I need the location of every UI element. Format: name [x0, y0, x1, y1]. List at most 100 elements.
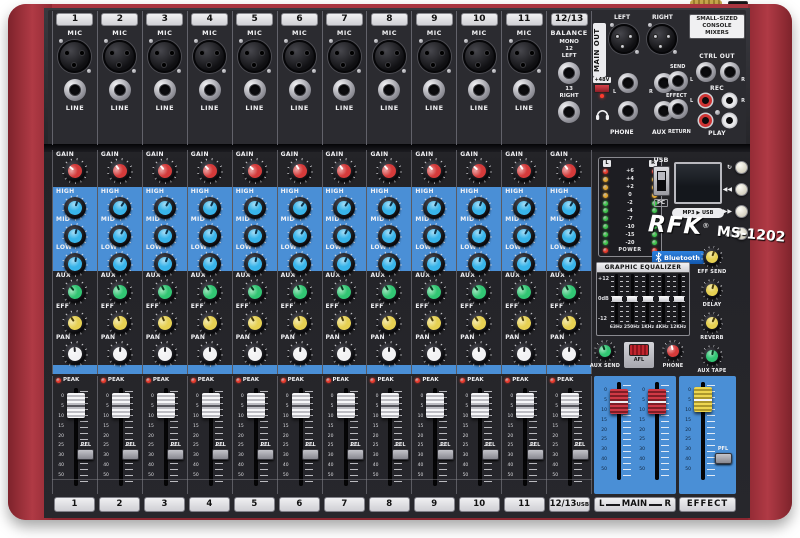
gain-knob-ch2[interactable]: [107, 158, 133, 184]
gain-knob-ch12-13[interactable]: [556, 158, 582, 184]
high-knob-ch1[interactable]: [62, 195, 88, 221]
mid-knob-ch5[interactable]: [242, 223, 268, 249]
phone-knob[interactable]: [662, 340, 684, 362]
channel-2-pfl-button[interactable]: [122, 449, 139, 460]
channel-10-fader[interactable]: [469, 386, 491, 488]
mid-knob-ch1[interactable]: [62, 223, 88, 249]
effect-fader-cap[interactable]: [694, 387, 712, 412]
aux-knob-ch9[interactable]: [421, 279, 447, 305]
channel-6-fader-cap[interactable]: [292, 393, 310, 418]
pan-knob-ch4[interactable]: [197, 341, 223, 367]
channel-11-fader-cap[interactable]: [516, 393, 534, 418]
channel-4-pfl-button[interactable]: [212, 449, 229, 460]
eff-knob-ch5[interactable]: [242, 310, 268, 336]
effect-pfl-button[interactable]: [715, 453, 732, 464]
eff-knob-ch2[interactable]: [107, 310, 133, 336]
channel-6-pfl-button[interactable]: [302, 449, 319, 460]
aux-tape-knob[interactable]: [701, 345, 723, 367]
eff-knob-ch12-13[interactable]: [556, 310, 582, 336]
low-knob-ch5[interactable]: [242, 251, 268, 277]
eff-knob-ch3[interactable]: [152, 310, 178, 336]
pan-knob-ch12-13[interactable]: [556, 341, 582, 367]
main-right-fader-cap[interactable]: [648, 389, 666, 414]
high-knob-ch9[interactable]: [421, 195, 447, 221]
high-knob-ch3[interactable]: [152, 195, 178, 221]
channel-5-fader-cap[interactable]: [247, 393, 265, 418]
mid-knob-ch7[interactable]: [331, 223, 357, 249]
eff-knob-ch11[interactable]: [511, 310, 537, 336]
pan-knob-ch1[interactable]: [62, 341, 88, 367]
channel-7-pfl-button[interactable]: [347, 449, 364, 460]
eff-knob-ch1[interactable]: [62, 310, 88, 336]
channel-10-pfl-button[interactable]: [482, 449, 499, 460]
low-knob-ch12-13[interactable]: [556, 251, 582, 277]
channel-3-fader-cap[interactable]: [157, 393, 175, 418]
channel-1-fader-cap[interactable]: [67, 393, 85, 418]
channel-12-13-fader-cap[interactable]: [561, 393, 579, 418]
aux-knob-ch12-13[interactable]: [556, 279, 582, 305]
phantom-power-switch[interactable]: [594, 84, 610, 93]
gain-knob-ch5[interactable]: [242, 158, 268, 184]
low-knob-ch4[interactable]: [197, 251, 223, 277]
high-knob-ch12-13[interactable]: [556, 195, 582, 221]
repeat-button[interactable]: [735, 161, 748, 174]
eff-knob-ch9[interactable]: [421, 310, 447, 336]
pan-knob-ch11[interactable]: [511, 341, 537, 367]
eq-band-250hz-slider[interactable]: [627, 296, 637, 302]
low-knob-ch3[interactable]: [152, 251, 178, 277]
gain-knob-ch9[interactable]: [421, 158, 447, 184]
effect-fader[interactable]: [692, 380, 714, 482]
high-knob-ch2[interactable]: [107, 195, 133, 221]
eff-knob-ch8[interactable]: [376, 310, 402, 336]
delay-knob[interactable]: [701, 279, 723, 301]
aux-knob-ch11[interactable]: [511, 279, 537, 305]
high-knob-ch11[interactable]: [511, 195, 537, 221]
pan-knob-ch7[interactable]: [331, 341, 357, 367]
channel-8-fader-cap[interactable]: [381, 393, 399, 418]
channel-9-fader[interactable]: [424, 386, 446, 488]
channel-3-fader[interactable]: [155, 386, 177, 488]
channel-11-fader[interactable]: [514, 386, 536, 488]
channel-8-pfl-button[interactable]: [392, 449, 409, 460]
channel-4-fader-cap[interactable]: [202, 393, 220, 418]
eq-band-63hz-slider[interactable]: [612, 296, 622, 302]
channel-1-fader[interactable]: [65, 386, 87, 488]
high-knob-ch7[interactable]: [331, 195, 357, 221]
gain-knob-ch3[interactable]: [152, 158, 178, 184]
eq-band-4khz-slider[interactable]: [659, 296, 669, 302]
high-knob-ch4[interactable]: [197, 195, 223, 221]
eff-send-knob[interactable]: [701, 246, 723, 268]
low-knob-ch2[interactable]: [107, 251, 133, 277]
main-left-fader[interactable]: [608, 380, 630, 482]
channel-11-pfl-button[interactable]: [527, 449, 544, 460]
channel-6-fader[interactable]: [290, 386, 312, 488]
mid-knob-ch6[interactable]: [287, 223, 313, 249]
pan-knob-ch3[interactable]: [152, 341, 178, 367]
mid-knob-ch2[interactable]: [107, 223, 133, 249]
gain-knob-ch11[interactable]: [511, 158, 537, 184]
channel-1-pfl-button[interactable]: [77, 449, 94, 460]
mid-knob-ch12-13[interactable]: [556, 223, 582, 249]
pan-knob-ch6[interactable]: [287, 341, 313, 367]
aux-send-knob[interactable]: [594, 340, 616, 362]
channel-3-pfl-button[interactable]: [167, 449, 184, 460]
mid-knob-ch8[interactable]: [376, 223, 402, 249]
aux-knob-ch2[interactable]: [107, 279, 133, 305]
eff-knob-ch7[interactable]: [331, 310, 357, 336]
aux-knob-ch3[interactable]: [152, 279, 178, 305]
channel-8-fader[interactable]: [379, 386, 401, 488]
high-knob-ch6[interactable]: [287, 195, 313, 221]
high-knob-ch8[interactable]: [376, 195, 402, 221]
channel-5-pfl-button[interactable]: [257, 449, 274, 460]
mid-knob-ch10[interactable]: [466, 223, 492, 249]
gain-knob-ch4[interactable]: [197, 158, 223, 184]
eq-band-1khz-slider[interactable]: [643, 296, 653, 302]
low-knob-ch10[interactable]: [466, 251, 492, 277]
channel-7-fader-cap[interactable]: [337, 393, 355, 418]
pan-knob-ch8[interactable]: [376, 341, 402, 367]
main-left-fader-cap[interactable]: [610, 389, 628, 414]
channel-9-pfl-button[interactable]: [437, 449, 454, 460]
low-knob-ch6[interactable]: [287, 251, 313, 277]
channel-4-fader[interactable]: [200, 386, 222, 488]
mid-knob-ch3[interactable]: [152, 223, 178, 249]
